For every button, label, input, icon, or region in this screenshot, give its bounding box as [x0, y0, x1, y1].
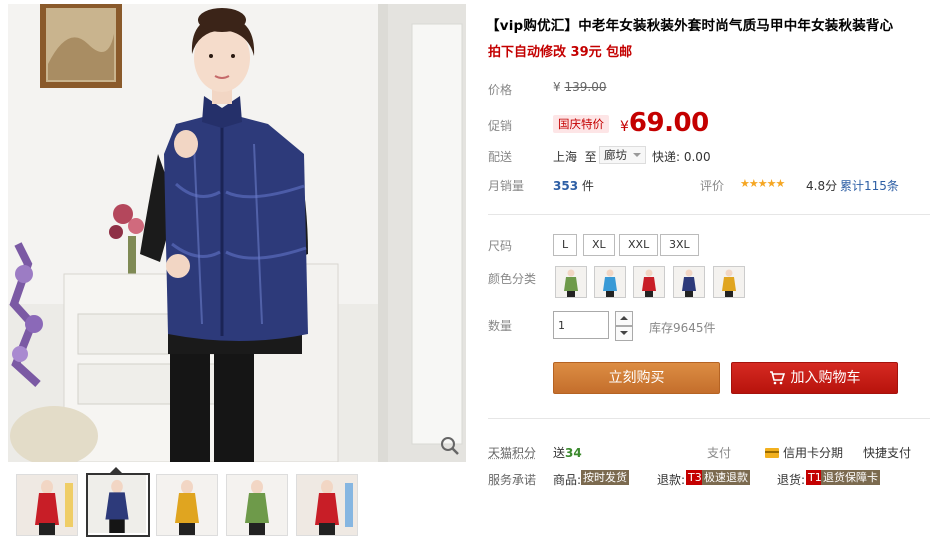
quantity-decrease-button[interactable] [615, 326, 633, 341]
thumbnail-3[interactable] [156, 474, 218, 536]
quantity-increase-button[interactable] [615, 311, 633, 326]
product-title: 【vip购优汇】中老年女装秋装外套时尚气质马甲中年女装秋装背心 [486, 18, 894, 34]
return-label: 退货: [777, 473, 806, 487]
rating-score: 4.8分 [806, 179, 838, 193]
thumbnail-5[interactable] [296, 474, 358, 536]
currency-symbol: ¥ [553, 80, 561, 94]
original-price-value: 139.00 [564, 80, 607, 94]
size-option-xl[interactable]: XL [583, 234, 615, 256]
review-count-link[interactable]: 累计115条 [840, 177, 899, 194]
sales-unit: 件 [581, 179, 594, 193]
credit-installment-label: 信用卡分期 [783, 446, 844, 460]
promotion-price-value: 69.00 [628, 108, 709, 138]
stock-count: 库存9645件 [649, 321, 716, 335]
add-to-cart-label: 加入购物车 [790, 370, 861, 386]
size-option-xxl[interactable]: XXL [619, 234, 659, 256]
original-price: ¥ 139.00 [553, 80, 606, 94]
thumbnail-4[interactable] [226, 474, 288, 536]
color-swatch-red[interactable] [633, 266, 665, 298]
chevron-down-icon [633, 153, 641, 157]
zoom-icon[interactable] [440, 436, 460, 456]
points-prefix: 送 [553, 446, 566, 460]
buy-now-button[interactable]: 立刻购买 [553, 362, 720, 394]
goods-label: 商品: [553, 473, 582, 487]
destination-value: 廊坊 [604, 148, 627, 162]
active-thumbnail-arrow [110, 467, 122, 473]
cart-icon [769, 371, 785, 385]
quantity-input[interactable] [553, 311, 609, 339]
payment-label: 支付 [707, 446, 732, 460]
chevron-down-icon [620, 331, 628, 335]
shipping-origin: 上海 至 [553, 148, 597, 165]
fast-refund-tag[interactable]: 极速退款 [702, 470, 750, 485]
service-label: 服务承诺 [488, 473, 537, 487]
size-option-3xl[interactable]: 3XL [660, 234, 699, 256]
monthly-sales: 353 件 [553, 177, 594, 194]
color-swatch-navy[interactable] [673, 266, 705, 298]
points-number: 34 [565, 446, 582, 460]
size-option-l[interactable]: L [553, 234, 578, 256]
rating-stars-icon: ★★★★★ [740, 177, 785, 190]
price-label: 价格 [488, 83, 513, 97]
promo-note: 拍下自动修改 39元 包邮 [488, 45, 633, 60]
promotion-label: 促销 [488, 119, 513, 133]
return-guarantee-tag[interactable]: 退货保障卡 [821, 470, 880, 485]
credit-card-icon [765, 448, 779, 458]
thumbnail-1[interactable] [16, 474, 78, 536]
promotion-price: ¥69.00 [620, 108, 709, 138]
destination-select[interactable]: 廊坊 [599, 146, 646, 164]
sales-count: 353 [553, 179, 579, 193]
rating-label: 评价 [700, 179, 725, 193]
color-swatch-blue[interactable] [594, 266, 626, 298]
points-label[interactable]: 天猫积分 [488, 444, 536, 461]
sales-label: 月销量 [488, 179, 525, 193]
add-to-cart-button[interactable]: 加入购物车 [731, 362, 898, 394]
refund-label: 退款: [657, 473, 686, 487]
fast-payment[interactable]: 快捷支付 [863, 444, 911, 461]
shipping-to-word: 至 [584, 150, 597, 164]
divider [488, 418, 930, 419]
currency-symbol: ¥ [620, 119, 629, 135]
main-product-image[interactable] [8, 4, 466, 462]
color-swatch-yellow[interactable] [713, 266, 745, 298]
promotion-tag: 国庆特价 [553, 115, 609, 133]
color-label: 颜色分类 [488, 272, 537, 286]
on-time-shipping-tag[interactable]: 按时发货 [581, 470, 629, 485]
size-label: 尺码 [488, 239, 513, 253]
model-photo [8, 4, 466, 462]
shipping-from: 上海 [553, 150, 578, 164]
quantity-label: 数量 [488, 319, 513, 333]
color-swatch-green[interactable] [555, 266, 587, 298]
thumbnail-2[interactable] [86, 473, 150, 537]
chevron-up-icon [620, 316, 628, 320]
points-value: 送34 [553, 444, 582, 461]
credit-installment[interactable]: 信用卡分期 [765, 444, 843, 461]
shipping-fee: 快递: 0.00 [652, 150, 711, 164]
thumbnail-strip [16, 467, 456, 537]
divider [488, 214, 930, 215]
shipping-label: 配送 [488, 150, 513, 164]
